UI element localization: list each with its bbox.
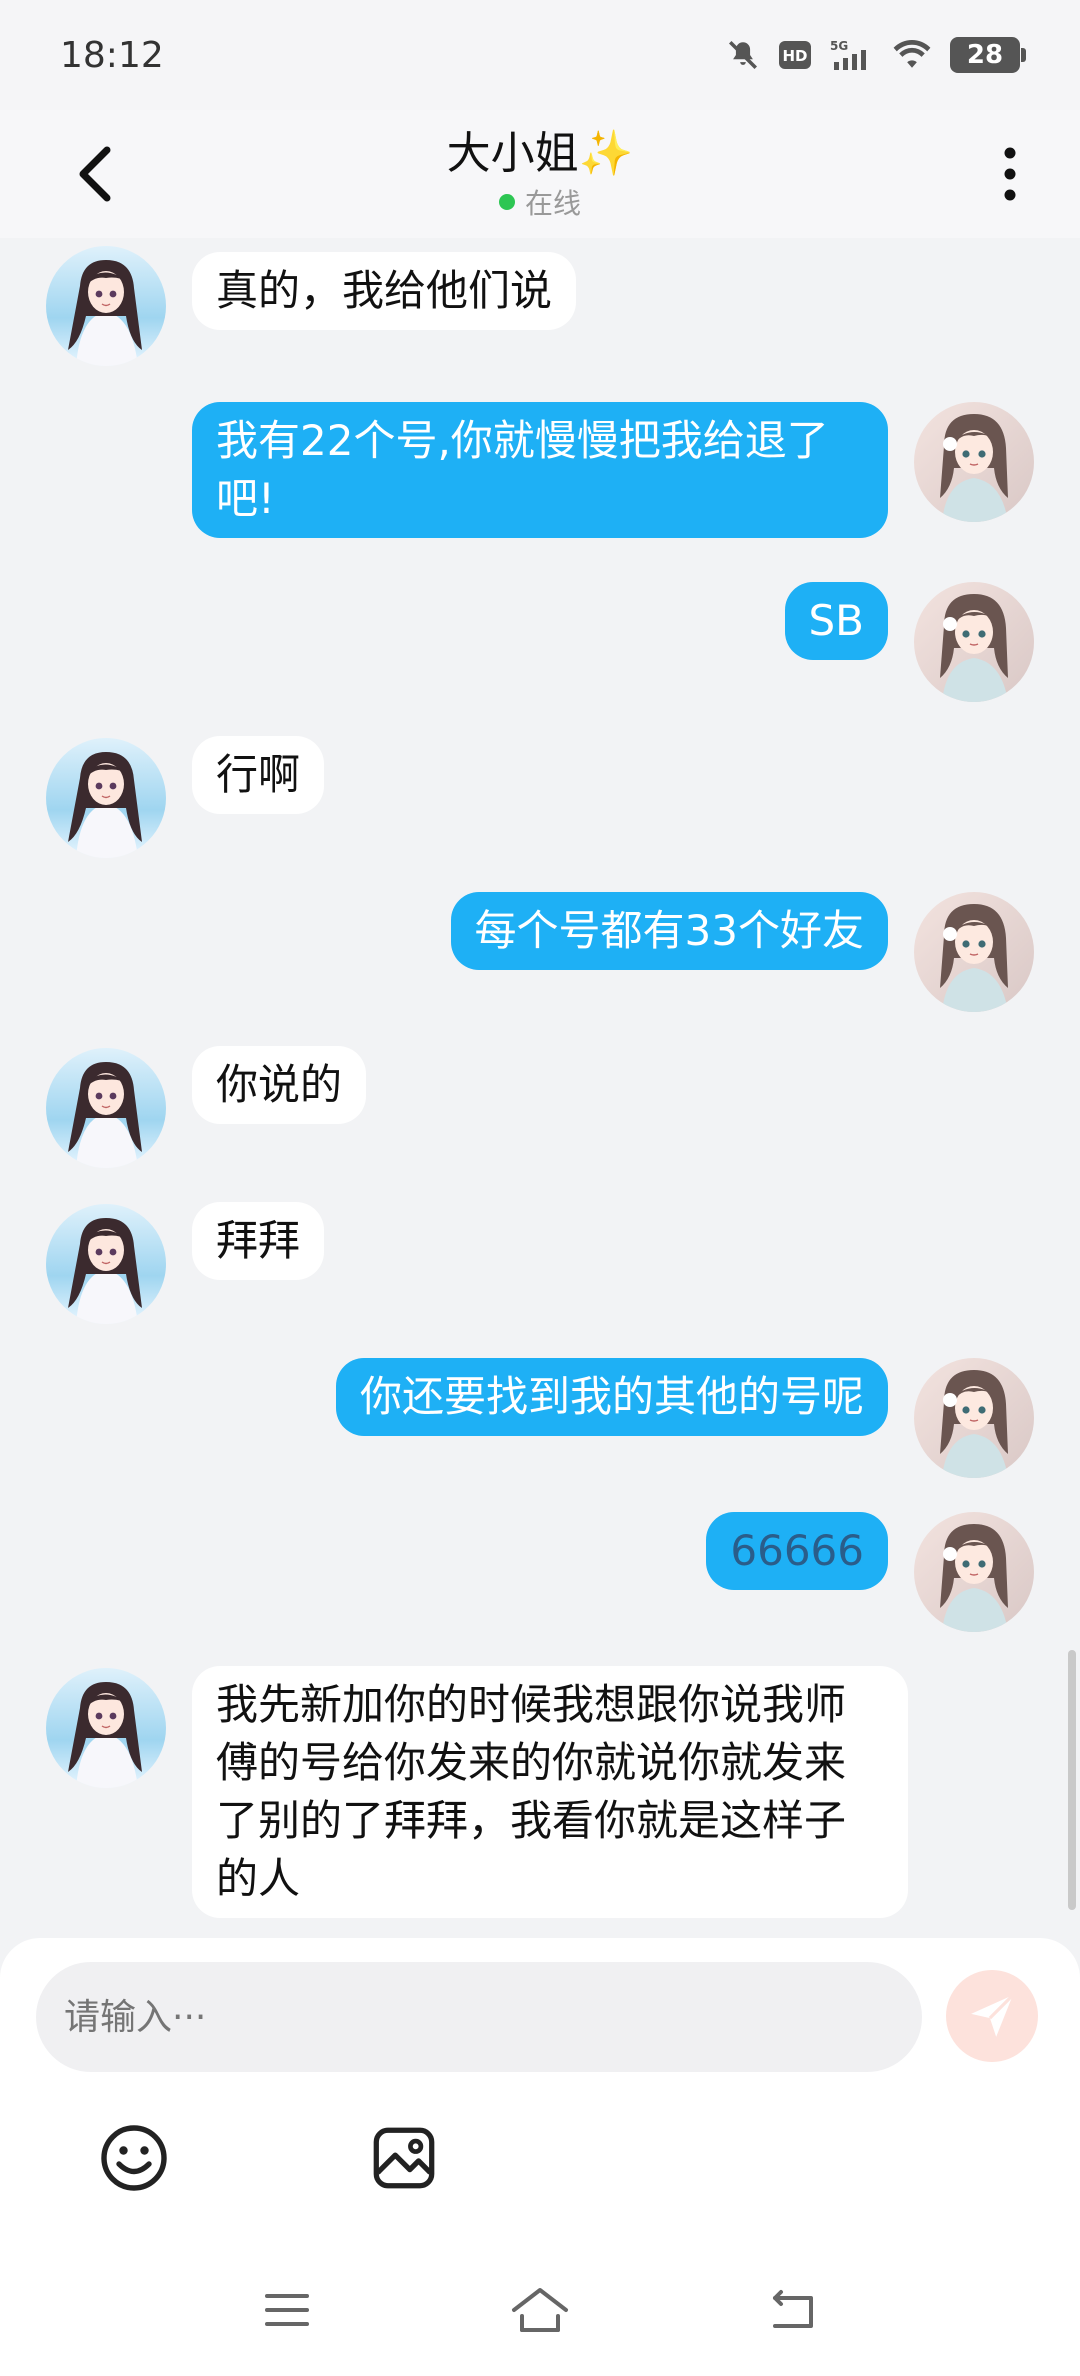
home-nav-button[interactable] — [500, 2270, 580, 2350]
my-avatar[interactable] — [914, 582, 1034, 702]
image-button[interactable] — [364, 2118, 444, 2198]
chat-header: 大小姐✨ 在线 — [0, 110, 1080, 238]
incoming-message[interactable]: 我先新加你的时候我想跟你说我师傅的号给你发来的你就说你就发来了别的了拜拜，我看你… — [192, 1666, 908, 1918]
mute-icon — [726, 38, 760, 72]
status-icons: HD 5G 28 — [726, 37, 1026, 73]
emoji-button[interactable] — [94, 2118, 174, 2198]
my-avatar[interactable] — [914, 892, 1034, 1012]
contact-avatar[interactable] — [46, 246, 166, 366]
contact-info[interactable]: 大小姐✨ 在线 — [447, 126, 634, 222]
contact-avatar[interactable] — [46, 1048, 166, 1168]
contact-name: 大小姐✨ — [446, 128, 634, 179]
more-options-button[interactable] — [990, 136, 1030, 212]
message-input[interactable] — [36, 1962, 922, 2072]
contact-avatar[interactable] — [46, 738, 166, 858]
contact-avatar[interactable] — [46, 1668, 166, 1788]
outgoing-message[interactable]: 我有22个号,你就慢慢把我给退了吧! — [192, 402, 888, 538]
status-time: 18:12 — [60, 34, 164, 76]
outgoing-message[interactable]: 66666 — [706, 1512, 888, 1590]
contact-avatar[interactable] — [46, 1204, 166, 1324]
my-avatar[interactable] — [914, 402, 1034, 522]
network-label: 5G — [830, 39, 848, 53]
hd-icon: HD — [778, 40, 812, 70]
outgoing-message[interactable]: 每个号都有33个好友 — [450, 892, 888, 970]
outgoing-message[interactable]: 你还要找到我的其他的号呢 — [335, 1358, 888, 1436]
message-list[interactable]: 真的，我给他们说 我有22个号,你就慢慢把我给退了吧! SB 行啊 每个号都有3… — [0, 238, 1080, 1938]
status-bar: 18:12 HD 5G 28 — [0, 0, 1080, 110]
more-vert-icon — [1004, 147, 1016, 201]
signal-icon: 5G — [830, 38, 874, 72]
back-nav-icon — [773, 2290, 814, 2328]
battery-indicator: 28 — [950, 37, 1026, 73]
my-avatar[interactable] — [914, 1512, 1034, 1632]
back-arrow-icon — [79, 146, 111, 202]
system-nav-bar — [0, 2260, 1080, 2360]
incoming-message[interactable]: 行啊 — [192, 736, 325, 814]
incoming-message[interactable]: 你说的 — [192, 1046, 367, 1124]
send-icon — [971, 1994, 1014, 2037]
online-status: 在线 — [498, 182, 581, 222]
home-icon — [511, 2288, 568, 2332]
online-status-label: 在线 — [524, 187, 581, 220]
menu-nav-button[interactable] — [247, 2270, 327, 2350]
chat-scrollbar[interactable] — [1068, 1650, 1076, 1910]
emoji-icon — [101, 2125, 167, 2191]
online-dot — [498, 194, 515, 210]
menu-icon — [264, 2294, 309, 2326]
back-nav-button[interactable] — [753, 2270, 833, 2350]
image-icon — [373, 2127, 435, 2189]
my-avatar[interactable] — [914, 1358, 1034, 1478]
svg-text:HD: HD — [782, 47, 807, 65]
outgoing-message[interactable]: SB — [784, 582, 888, 660]
incoming-message[interactable]: 拜拜 — [192, 1202, 325, 1280]
wifi-icon — [892, 39, 932, 71]
sparkle-icon: ✨ — [578, 128, 634, 179]
back-button[interactable] — [60, 136, 130, 212]
send-button[interactable] — [946, 1970, 1038, 2062]
incoming-message[interactable]: 真的，我给他们说 — [192, 252, 577, 330]
